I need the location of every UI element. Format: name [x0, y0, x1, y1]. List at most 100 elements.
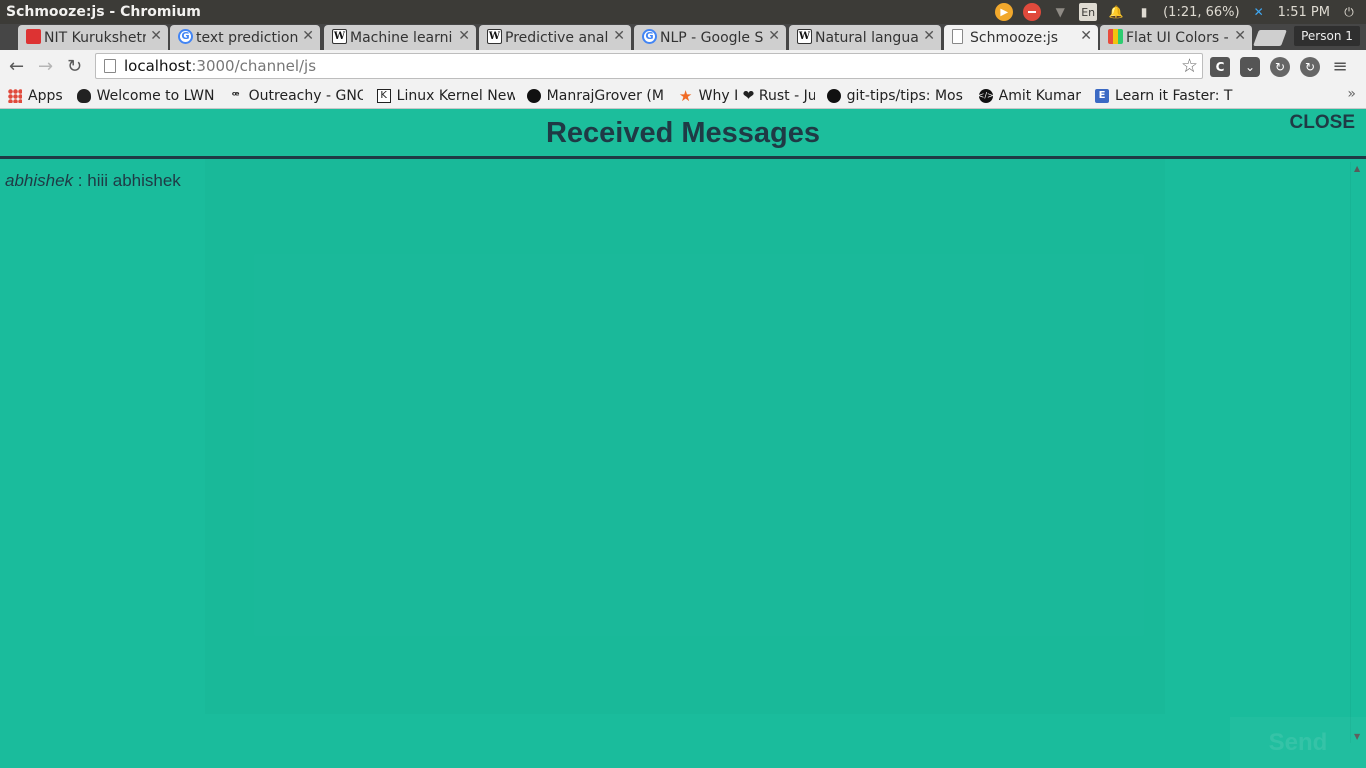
bookmark-label: Welcome to LWN [96, 87, 215, 104]
bookmark-star-icon[interactable]: ☆ [1181, 55, 1198, 77]
page-icon [952, 29, 963, 44]
close-button[interactable]: CLOSE [1290, 112, 1355, 134]
tab-label: Flat UI Colors - [1126, 29, 1229, 46]
bookmark-why-rust[interactable]: ★ Why I ❤ Rust - Jul [679, 88, 815, 104]
sync-icon[interactable]: ↻ [1300, 56, 1320, 77]
github-icon [526, 88, 541, 103]
bookmark-git-tips[interactable]: git-tips/tips: Mos [826, 87, 967, 104]
close-icon[interactable]: ✕ [613, 28, 625, 44]
battery-status[interactable]: (1:21, 66%) [1163, 5, 1240, 20]
reload-button[interactable]: ↻ [60, 52, 89, 81]
tab-flat-ui-colors[interactable]: Flat UI Colors - ✕ [1100, 25, 1252, 50]
bookmark-label: Amit Kumar [998, 87, 1082, 104]
keyboard-language-indicator[interactable]: En [1079, 3, 1098, 21]
tab-label: Predictive anal [505, 29, 609, 46]
code-icon: </> [978, 88, 994, 103]
tab-label: NIT Kurukshetr [44, 29, 146, 46]
extensions: C ⌄ ↻ ↻ ≡ [1210, 56, 1350, 77]
modal-title: Received Messages [545, 117, 821, 149]
sync-icon[interactable]: ↻ [1270, 56, 1290, 77]
tab-label: text prediction [196, 29, 298, 46]
power-icon[interactable]: ⏻ [1340, 3, 1358, 21]
tab-label: Machine learni [350, 29, 453, 46]
tab-natural-language[interactable]: W Natural langua ✕ [789, 25, 941, 50]
address-bar[interactable]: localhost:3000/channel/js ☆ [95, 53, 1203, 79]
tab-machine-learning[interactable]: W Machine learni ✕ [324, 25, 476, 50]
close-icon[interactable]: ✕ [302, 28, 314, 44]
close-icon[interactable]: ✕ [923, 28, 935, 44]
close-icon[interactable]: ✕ [1234, 28, 1246, 44]
url-path: :3000/channel/js [191, 57, 317, 75]
media-player-icon[interactable]: ▶ [995, 3, 1014, 21]
close-icon[interactable]: ✕ [150, 28, 162, 44]
back-button[interactable]: ← [2, 52, 31, 81]
page-viewport: Received Messages CLOSE abhishek : hiii … [0, 109, 1366, 768]
pocket-icon[interactable]: ⌄ [1240, 56, 1260, 77]
github-icon [826, 88, 841, 103]
tab-label: NLP - Google Sc [660, 29, 764, 46]
bookmark-label: Apps [28, 87, 63, 104]
volume-muted-icon[interactable]: ✕ [1250, 3, 1268, 21]
scroll-up-arrow-icon[interactable]: ▲ [1354, 164, 1360, 173]
scrollbar[interactable]: ▲ ▼ [1350, 162, 1366, 743]
new-tab-button[interactable] [1253, 30, 1287, 46]
tab-schmooze-js[interactable]: Schmooze:js ✕ [944, 25, 1098, 51]
bookmark-label: Linux Kernel New [396, 87, 515, 104]
tab-nit-kurukshetra[interactable]: NIT Kurukshetr ✕ [18, 25, 168, 50]
browser-toolbar: ← → ↻ localhost:3000/channel/js ☆ C ⌄ ↻ … [0, 50, 1366, 83]
more-bookmarks-icon[interactable]: » [1347, 86, 1356, 102]
bookmark-label: Learn it Faster: Th [1115, 87, 1234, 104]
notification-bell-icon[interactable]: 🔔 [1107, 3, 1125, 21]
close-icon[interactable]: ✕ [458, 28, 470, 44]
tab-predictive-analytics[interactable]: W Predictive anal ✕ [479, 25, 631, 50]
forward-button[interactable]: → [31, 52, 60, 81]
url-host: localhost [124, 57, 192, 75]
nit-logo-icon [26, 29, 41, 44]
os-top-panel: Schmooze:js - Chromium ▶ ▼ En 🔔 ▮ (1:21,… [0, 0, 1366, 24]
tab-label: Schmooze:js [970, 30, 1059, 46]
list-item: abhishek : hiii abhishek [5, 171, 181, 191]
bookmark-label: Why I ❤ Rust - Jul [698, 87, 815, 104]
tab-nlp-google-scholar[interactable]: G NLP - Google Sc ✕ [634, 25, 786, 50]
page-icon [104, 59, 116, 73]
wikipedia-icon: W [487, 29, 502, 44]
modal-header: Received Messages CLOSE [0, 109, 1366, 159]
bookmark-label: ManrajGrover (M [546, 87, 664, 104]
bookmark-outreachy[interactable]: ꟹ Outreachy - GNO [229, 88, 363, 104]
bookmark-apps[interactable]: Apps [8, 88, 63, 104]
tux-icon [76, 88, 91, 103]
wikipedia-icon: W [332, 29, 347, 44]
apps-icon [8, 88, 22, 103]
menu-icon[interactable]: ≡ [1330, 56, 1350, 77]
bookmark-learn-it-faster[interactable]: E Learn it Faster: Th [1095, 88, 1233, 104]
bookmark-linux-kernel[interactable]: K Linux Kernel New [376, 87, 515, 104]
learn-icon: E [1095, 88, 1110, 103]
tab-label: Natural langua [815, 29, 919, 46]
clock[interactable]: 1:51 PM [1278, 5, 1330, 20]
close-icon[interactable]: ✕ [768, 28, 780, 44]
close-icon[interactable]: ✕ [1080, 28, 1092, 44]
google-icon: G [178, 29, 193, 44]
window-title: Schmooze:js - Chromium [6, 4, 201, 20]
profile-button[interactable]: Person 1 [1294, 26, 1360, 46]
send-button: Send [1230, 717, 1366, 768]
battery-icon[interactable]: ▮ [1135, 3, 1153, 21]
bookmark-label: git-tips/tips: Mos [846, 87, 963, 104]
extension-c-icon[interactable]: C [1210, 56, 1230, 77]
tab-text-prediction[interactable]: G text prediction ✕ [170, 25, 320, 50]
message-separator: : [73, 171, 88, 190]
stop-icon[interactable] [1023, 3, 1042, 21]
bookmark-lwn[interactable]: Welcome to LWN [76, 87, 215, 104]
browser-tab-strip: NIT Kurukshetr ✕ G text prediction ✕ W M… [0, 24, 1366, 51]
message-list: abhishek : hiii abhishek [5, 171, 181, 191]
gnome-icon: ꟹ [231, 89, 240, 102]
flat-ui-icon [1108, 29, 1123, 44]
message-text: hiii abhishek [87, 171, 181, 190]
bookmark-amit-kumar[interactable]: </> Amit Kumar [978, 87, 1082, 104]
star-icon: ★ [678, 87, 693, 104]
bookmark-manrajgrover[interactable]: ManrajGrover (M [526, 87, 665, 104]
kernel-icon: K [376, 88, 391, 103]
message-username: abhishek [5, 171, 74, 190]
wikipedia-icon: W [797, 29, 812, 44]
wifi-icon[interactable]: ▼ [1051, 3, 1069, 21]
